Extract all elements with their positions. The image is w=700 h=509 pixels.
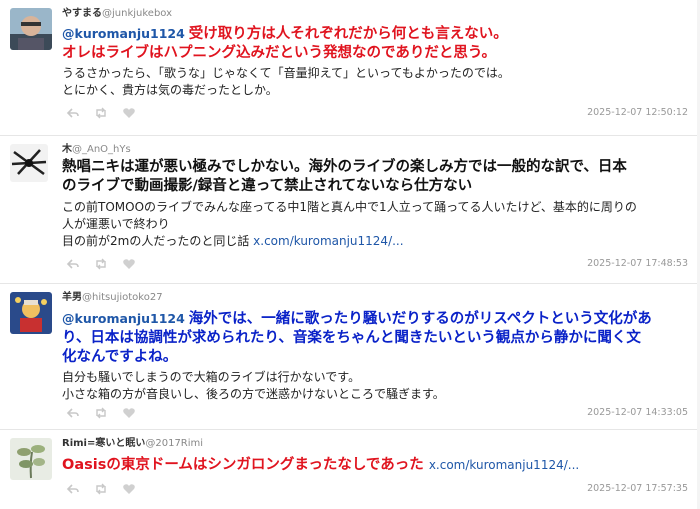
tweet-text-line: 目の前が2mの人だったのと同じ話 x.com/kuromanju1124/...	[62, 234, 404, 248]
tweet-footer: 2025-12-07 14:33:05	[62, 405, 692, 421]
user-name[interactable]: Rimi=寒いと眠い	[62, 438, 145, 449]
retweet-icon[interactable]	[94, 105, 108, 119]
like-icon[interactable]	[122, 105, 136, 119]
tweet-link[interactable]: x.com/kuromanju1124/...	[429, 458, 579, 472]
tweet-text-line: @kuromanju1124 海外では、一緒に歌ったり騒いだりするのがリスペクトと…	[62, 311, 652, 327]
user-name[interactable]: やすまる	[62, 8, 102, 19]
user-handle[interactable]: @hitsujiotoko27	[82, 292, 163, 303]
mention-link[interactable]: @kuromanju1124	[62, 311, 185, 326]
tweet-text-line: この前TOMOOのライブでみんな座ってる中1階と真ん中で1人立って踊ってる人いた…	[62, 200, 637, 214]
tweet-text-line: 自分も騒いでしまうので大箱のライブは行かないです。	[62, 370, 361, 384]
tweet-footer: 2025-12-07 12:50:12	[62, 105, 692, 121]
timestamp[interactable]: 2025-12-07 12:50:12	[587, 107, 688, 118]
retweet-icon[interactable]	[94, 481, 108, 495]
tweet-item: 羊男@hitsujiotoko27 @kuromanju1124 海外では、一緒に…	[0, 284, 700, 430]
tweet-text-line: 化なんですよね。	[62, 349, 178, 365]
tweet-text-line: 小さな箱の方が音良いし、後ろの方で迷惑かけないところで騒ぎます。	[62, 387, 445, 401]
reply-icon[interactable]	[66, 481, 80, 495]
user-handle[interactable]: @_AnO_hYs	[72, 144, 131, 155]
like-icon[interactable]	[122, 481, 136, 495]
user-handle[interactable]: @junkjukebox	[102, 8, 172, 19]
like-icon[interactable]	[122, 405, 136, 419]
mention-link[interactable]: @kuromanju1124	[62, 26, 185, 41]
tweet-text-line: うるさかったら、「歌うな」じゃなくて「音量抑えて」といってもよかったのでは。	[62, 66, 510, 80]
avatar[interactable]	[10, 292, 52, 334]
tweet-footer: 2025-12-07 17:57:35	[62, 481, 692, 497]
timestamp[interactable]: 2025-12-07 17:48:53	[587, 258, 688, 269]
reply-icon[interactable]	[66, 256, 80, 270]
tweet-header: やすまる@junkjukebox	[62, 0, 692, 21]
tweet-item: 木@_AnO_hYs 熱唱ニキは運が悪い極みでしかない。海外のライブの楽しみ方で…	[0, 136, 700, 284]
reply-icon[interactable]	[66, 405, 80, 419]
tweet-text-line: り、日本は協調性が求められたり、音楽をちゃんと聞きたいという観点から静かに聞く文	[62, 330, 641, 346]
retweet-icon[interactable]	[94, 256, 108, 270]
timestamp[interactable]: 2025-12-07 17:57:35	[587, 483, 688, 494]
tweet-link[interactable]: x.com/kuromanju1124/...	[253, 234, 403, 248]
tweet-text-line: Oasisの東京ドームはシンガロングまったなしであった x.com/kuroma…	[62, 457, 580, 473]
tweet-header: 木@_AnO_hYs	[62, 136, 692, 157]
reply-icon[interactable]	[66, 105, 80, 119]
tweet-text-line: 熱唱ニキは運が悪い極みでしかない。海外のライブの楽しみ方では一般的な訳で、日本	[62, 159, 627, 175]
tweet-text-line: 人が運悪いで終わり	[62, 217, 170, 231]
tweet-footer: 2025-12-07 17:48:53	[62, 256, 692, 272]
tweet-text-line: @kuromanju1124 受け取り方は人それぞれだから何とも言えない。	[62, 26, 508, 42]
user-name[interactable]: 木	[62, 144, 72, 155]
timestamp[interactable]: 2025-12-07 14:33:05	[587, 407, 688, 418]
avatar[interactable]	[10, 438, 52, 480]
tweet-text-line: のライブで動画撮影/録音と違って禁止されてないなら仕方ない	[62, 178, 473, 194]
avatar[interactable]	[10, 8, 52, 50]
user-handle[interactable]: @2017Rimi	[145, 438, 203, 449]
tweet-header: 羊男@hitsujiotoko27	[62, 284, 692, 305]
like-icon[interactable]	[122, 256, 136, 270]
tweet-item: やすまる@junkjukebox @kuromanju1124 受け取り方は人それ…	[0, 0, 700, 136]
tweet-text-line: オレはライブはハプニング込みだという発想なのでありだと思う。	[62, 45, 496, 61]
user-name[interactable]: 羊男	[62, 292, 82, 303]
retweet-icon[interactable]	[94, 405, 108, 419]
avatar[interactable]	[10, 144, 48, 182]
tweet-header: Rimi=寒いと眠い@2017Rimi	[62, 430, 692, 451]
tweet-item: Rimi=寒いと眠い@2017Rimi Oasisの東京ドームはシンガロングまっ…	[0, 430, 700, 509]
tweet-text-line: とにかく、貴方は気の毒だったとしか。	[62, 83, 278, 97]
